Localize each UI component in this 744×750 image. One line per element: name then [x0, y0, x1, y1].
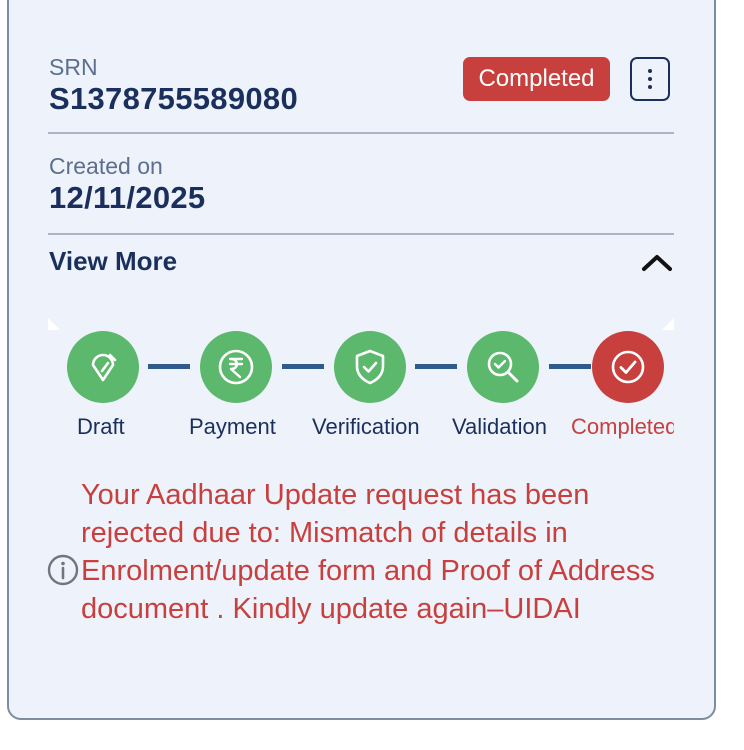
step-verification [334, 331, 406, 403]
rejection-message: Your Aadhaar Update request has been rej… [81, 479, 655, 625]
kebab-dot [648, 85, 652, 89]
step-label-payment: Payment [189, 414, 276, 439]
step-connector [415, 364, 457, 369]
info-icon [47, 554, 79, 586]
chevron-up-icon[interactable] [640, 250, 674, 274]
step-label-completed: Completed [571, 414, 674, 439]
corner-decoration [662, 318, 674, 330]
kebab-dot [648, 77, 652, 81]
step-validation [467, 331, 539, 403]
more-options-button[interactable] [630, 57, 670, 101]
view-more-toggle[interactable]: View More [49, 246, 177, 277]
search-check-icon [487, 351, 519, 383]
edit-icon [91, 353, 117, 382]
corner-decoration [48, 318, 60, 330]
step-draft [67, 331, 139, 403]
status-badge: Completed [463, 57, 610, 101]
divider [48, 233, 674, 235]
step-connector [282, 364, 324, 369]
srn-label: SRN [49, 54, 98, 80]
srn-value: S1378755589080 [49, 81, 299, 116]
shield-check-icon [355, 349, 385, 385]
kebab-dot [648, 69, 652, 73]
step-label-verification: Verification [312, 414, 420, 439]
step-completed [592, 331, 664, 403]
created-value: 12/11/2025 [49, 180, 206, 215]
step-payment [200, 331, 272, 403]
step-label-validation: Validation [452, 414, 547, 439]
check-circle-icon [611, 350, 645, 384]
step-label-clip: Completed [571, 414, 674, 446]
step-label-draft: Draft [77, 414, 125, 439]
divider [48, 132, 674, 134]
rupee-icon [218, 349, 254, 385]
created-label: Created on [49, 153, 163, 179]
step-connector [148, 364, 190, 369]
step-connector [549, 364, 591, 369]
